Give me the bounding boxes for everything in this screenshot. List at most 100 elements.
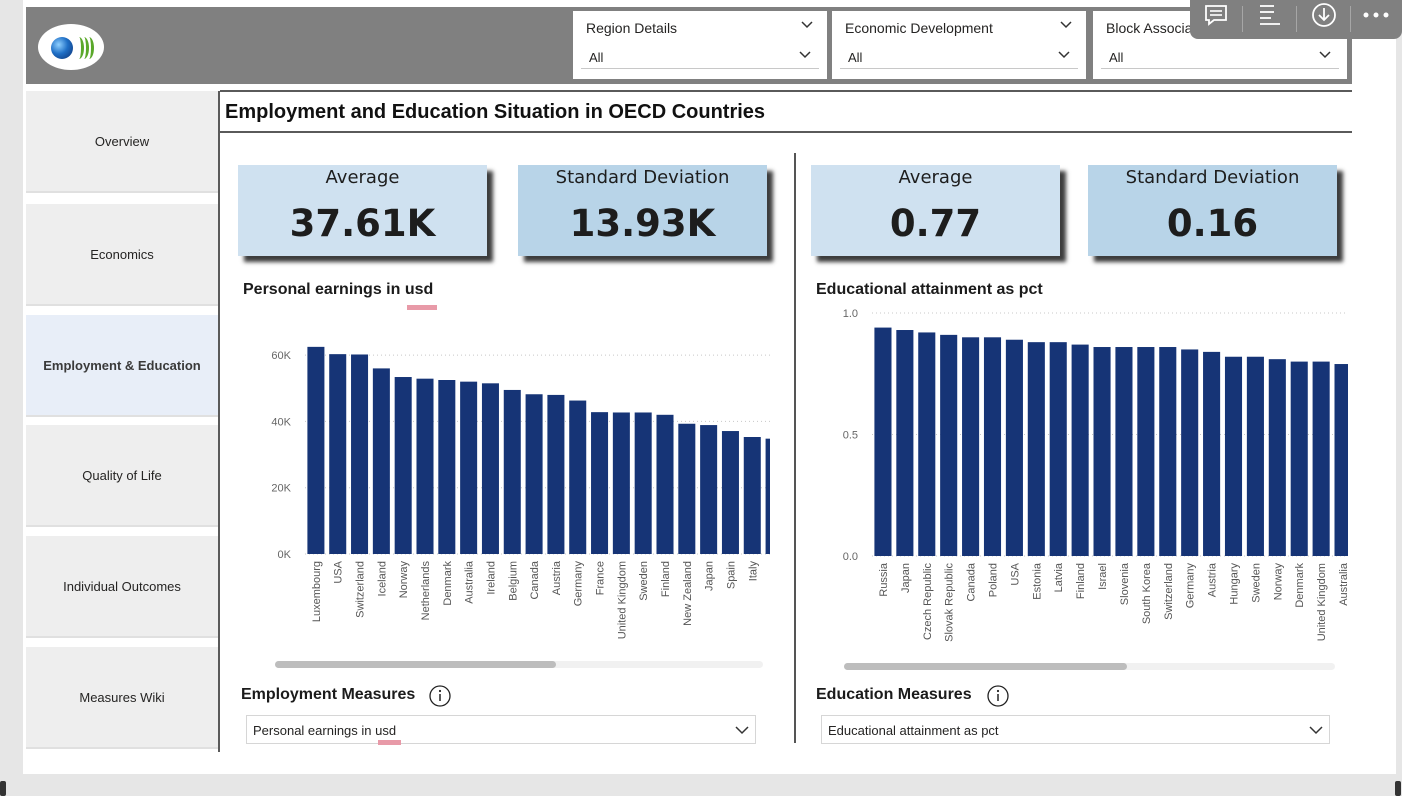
download-icon[interactable] bbox=[1302, 0, 1346, 30]
education-measures-label: Education Measures bbox=[816, 686, 972, 703]
bar[interactable] bbox=[525, 394, 543, 554]
block-association-dropdown[interactable]: All bbox=[1101, 41, 1339, 69]
x-tick-label: Hungary bbox=[1229, 563, 1241, 605]
bar[interactable] bbox=[1203, 351, 1221, 556]
bar[interactable] bbox=[1224, 356, 1243, 556]
chevron-down-icon[interactable] bbox=[1060, 19, 1072, 31]
comment-icon[interactable] bbox=[1194, 0, 1238, 30]
bar[interactable] bbox=[372, 368, 390, 554]
employment-chart-title: Personal earnings in usd bbox=[243, 281, 434, 298]
employment-chart-scrollbar[interactable] bbox=[275, 661, 763, 668]
bar[interactable] bbox=[1290, 361, 1308, 556]
bar[interactable] bbox=[1312, 361, 1330, 556]
nav-item-economics[interactable]: Economics bbox=[26, 204, 218, 304]
scrollbar-thumb[interactable] bbox=[275, 661, 556, 668]
bar[interactable] bbox=[1246, 356, 1264, 556]
more-options-icon[interactable] bbox=[1354, 0, 1398, 30]
bar[interactable] bbox=[438, 380, 456, 554]
bar[interactable] bbox=[940, 334, 958, 556]
bar[interactable] bbox=[612, 412, 630, 554]
economic-development-dropdown[interactable]: All bbox=[840, 41, 1078, 69]
x-tick-label: Slovenia bbox=[1119, 562, 1131, 605]
bar[interactable] bbox=[1181, 349, 1199, 556]
x-tick-label: Finland bbox=[660, 561, 672, 597]
visual-toolbar bbox=[1190, 0, 1402, 39]
bar[interactable] bbox=[700, 425, 718, 554]
kpi-value: 0.16 bbox=[1166, 202, 1259, 245]
bar[interactable] bbox=[634, 412, 652, 554]
bar[interactable] bbox=[983, 337, 1002, 556]
bar[interactable] bbox=[721, 431, 739, 554]
nav-item-individual-outcomes[interactable]: Individual Outcomes bbox=[26, 536, 218, 636]
bar[interactable] bbox=[460, 381, 478, 554]
nav-item-quality-of-life[interactable]: Quality of Life bbox=[26, 425, 218, 525]
bar[interactable] bbox=[503, 389, 521, 554]
bar[interactable] bbox=[1071, 344, 1089, 556]
bar[interactable] bbox=[1115, 347, 1133, 556]
region-details-dropdown[interactable]: All bbox=[581, 41, 819, 69]
bar[interactable] bbox=[547, 394, 565, 554]
bar[interactable] bbox=[351, 354, 369, 554]
employment-measures-label: Employment Measures bbox=[241, 686, 416, 703]
resize-handle[interactable] bbox=[0, 781, 6, 796]
bar[interactable] bbox=[394, 377, 412, 554]
x-tick-label: Japan bbox=[704, 561, 716, 591]
y-tick-label: 20K bbox=[271, 483, 291, 495]
x-tick-label: Switzerland bbox=[1163, 563, 1175, 620]
bar[interactable] bbox=[329, 354, 347, 554]
bar[interactable] bbox=[416, 378, 434, 554]
x-tick-label: Switzerland bbox=[355, 561, 367, 618]
bar[interactable] bbox=[962, 337, 980, 556]
nav-item-overview[interactable]: Overview bbox=[26, 91, 218, 191]
employment-measures-dropdown[interactable]: Personal earnings in usd bbox=[246, 715, 756, 744]
education-stddev-card: Standard Deviation 0.16 bbox=[1088, 165, 1337, 256]
education-chart-scrollbar[interactable] bbox=[844, 663, 1335, 670]
bar[interactable] bbox=[896, 330, 914, 556]
chevron-down-icon bbox=[1319, 51, 1331, 59]
bar[interactable] bbox=[591, 412, 609, 554]
bar[interactable] bbox=[1268, 359, 1286, 556]
x-tick-label: Netherlands bbox=[420, 561, 432, 621]
page-bottom-strip bbox=[23, 774, 1396, 796]
focus-mode-icon[interactable] bbox=[1248, 0, 1292, 30]
nav-item-label: Quality of Life bbox=[82, 467, 162, 483]
bar[interactable] bbox=[1005, 339, 1023, 556]
nav-item-employment-education[interactable]: Employment & Education bbox=[26, 315, 218, 415]
info-icon[interactable] bbox=[429, 685, 451, 707]
resize-handle[interactable] bbox=[1395, 781, 1401, 796]
x-tick-label: Japan bbox=[900, 563, 912, 593]
bar[interactable] bbox=[1159, 347, 1177, 556]
x-tick-label: USA bbox=[1009, 562, 1021, 585]
title-divider bbox=[220, 131, 1352, 133]
bar[interactable] bbox=[678, 423, 696, 554]
chevron-down-icon[interactable] bbox=[801, 19, 813, 31]
x-tick-label: Denmark bbox=[1294, 563, 1306, 608]
x-tick-label: Sweden bbox=[1250, 563, 1262, 603]
x-tick-label: United Kingdom bbox=[1316, 563, 1328, 641]
nav-item-label: Measures Wiki bbox=[79, 689, 165, 705]
nav-item-measures-wiki[interactable]: Measures Wiki bbox=[26, 647, 218, 747]
title-divider bbox=[220, 90, 1352, 92]
x-tick-label: Estonia bbox=[1031, 562, 1043, 600]
chevron-down-icon bbox=[1058, 51, 1070, 59]
bar[interactable] bbox=[918, 332, 936, 556]
bar[interactable] bbox=[481, 383, 499, 554]
bar[interactable] bbox=[1334, 364, 1348, 556]
kpi-label: Standard Deviation bbox=[555, 167, 730, 188]
bar[interactable] bbox=[656, 414, 674, 554]
bar[interactable] bbox=[1049, 342, 1067, 556]
bar[interactable] bbox=[1093, 347, 1111, 556]
kpi-label: Average bbox=[325, 167, 400, 188]
bar[interactable] bbox=[1137, 347, 1155, 556]
education-measures-dropdown[interactable]: Educational attainment as pct bbox=[821, 715, 1330, 744]
x-tick-label: Czech Republic bbox=[922, 563, 934, 641]
bar[interactable] bbox=[874, 327, 892, 556]
scrollbar-thumb[interactable] bbox=[844, 663, 1127, 670]
kpi-label: Average bbox=[898, 167, 973, 188]
bar[interactable] bbox=[765, 438, 770, 554]
bar[interactable] bbox=[1027, 342, 1045, 556]
bar[interactable] bbox=[569, 400, 587, 554]
info-icon[interactable] bbox=[987, 685, 1009, 707]
bar[interactable] bbox=[743, 437, 761, 554]
bar[interactable] bbox=[307, 346, 325, 554]
